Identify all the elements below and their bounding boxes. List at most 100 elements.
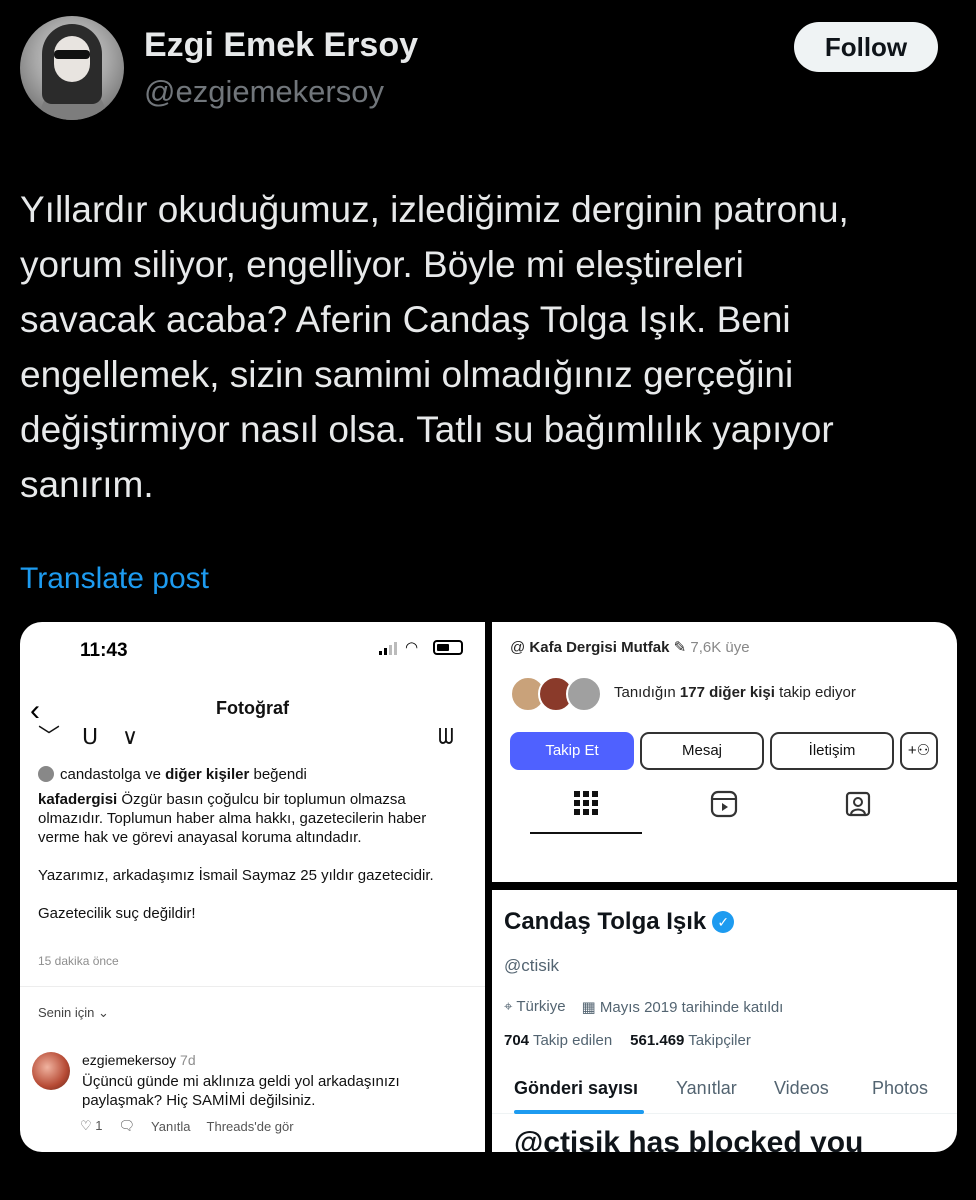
- add-person-icon[interactable]: +⚇: [900, 732, 938, 770]
- comment-icon[interactable]: ᑌ: [82, 726, 98, 748]
- following-link[interactable]: 704 Takip edilen: [504, 1032, 612, 1049]
- profile-name: Candaş Tolga Işık ✓: [504, 908, 735, 936]
- tweet-media-grid[interactable]: 11:43 ◠ ‹ Fotoğraf ﹀ ᑌ ∨ ᗯ candastolga v…: [20, 622, 957, 1152]
- location: ⌖ Türkiye: [504, 998, 566, 1016]
- profile-tabs: [492, 790, 957, 834]
- profile-tab-bar: Gönderi sayısı Yanıtlar Videos Photos: [492, 1070, 957, 1114]
- heart-icon[interactable]: ﹀: [38, 726, 60, 748]
- author-avatar[interactable]: [20, 16, 124, 120]
- threads-icon: @: [510, 639, 526, 656]
- join-date: ▦ Mayıs 2019 tarihinde katıldı: [582, 998, 784, 1016]
- tweet-text: Yıllardır okuduğumuz, izlediğimiz dergin…: [20, 182, 940, 512]
- battery-icon: [433, 640, 463, 655]
- reels-icon[interactable]: [704, 790, 744, 826]
- location-text: Türkiye: [516, 998, 566, 1015]
- pencil-icon: ✎: [673, 639, 687, 656]
- post-timestamp: 15 dakika önce: [38, 954, 119, 968]
- comment-sort-dropdown[interactable]: Senin için ⌄: [38, 1005, 109, 1021]
- speech-bubble-icon[interactable]: 🗨︎: [119, 1118, 136, 1134]
- follow-profile-button[interactable]: Takip Et: [510, 732, 634, 770]
- community-header: @ Kafa Dergisi Mutfak ✎ 7,6K üye: [510, 638, 750, 656]
- avatar-face-shape: [54, 36, 90, 82]
- liked-user[interactable]: candastolga: [60, 766, 141, 783]
- verified-badge-icon: ✓: [712, 911, 735, 933]
- liked-suffix: beğendi: [249, 766, 307, 783]
- liked-connector: ve: [140, 766, 166, 783]
- tab-photos[interactable]: Photos: [872, 1078, 928, 1099]
- following-count: 704: [504, 1032, 530, 1049]
- known-count: 177 diğer kişi: [679, 684, 775, 701]
- following-label: Takip edilen: [532, 1032, 613, 1049]
- threads-link[interactable]: Threads'de gör: [207, 1119, 294, 1134]
- status-time: 11:43: [80, 640, 128, 661]
- post-actions-row: ﹀ ᑌ ∨ ᗯ: [36, 726, 466, 750]
- active-tab-indicator: [530, 832, 642, 834]
- liked-by-line: candastolga ve diğer kişiler beğendi: [38, 766, 307, 783]
- media-image-instagram-post[interactable]: 11:43 ◠ ‹ Fotoğraf ﹀ ᑌ ∨ ᗯ candastolga v…: [20, 622, 485, 1152]
- grid-icon[interactable]: [566, 790, 606, 826]
- tagged-icon[interactable]: [838, 790, 878, 826]
- followers-count: 561.469: [630, 1032, 685, 1049]
- profile-display-name: Candaş Tolga Işık: [504, 908, 707, 935]
- follow-button[interactable]: Follow: [794, 22, 938, 72]
- comment-age: 7d: [180, 1052, 196, 1068]
- heart-outline-icon: ♡: [80, 1118, 92, 1133]
- follow-stats: 704 Takip edilen 561.469 Takipçiler: [504, 1032, 751, 1049]
- comment-actions: ♡ 1 🗨︎ Yanıtla Threads'de gör: [80, 1118, 294, 1134]
- tab-replies[interactable]: Yanıtlar: [676, 1078, 737, 1099]
- known-suffix: takip ediyor: [774, 684, 856, 701]
- message-button[interactable]: Mesaj: [640, 732, 764, 770]
- contact-button[interactable]: İletişim: [770, 732, 894, 770]
- sort-label: Senin için: [38, 1005, 95, 1020]
- join-date-text: Mayıs 2019 tarihinde katıldı: [599, 999, 784, 1016]
- liked-others[interactable]: diğer kişiler: [165, 766, 249, 783]
- tweet-text-line: savacak acaba? Aferin Candaş Tolga Işık.…: [20, 299, 791, 340]
- followers-label: Takipçiler: [688, 1032, 751, 1049]
- tweet-text-line: değiştirmiyor nasıl olsa. Tatlı su bağım…: [20, 409, 834, 450]
- commenter-avatar[interactable]: [32, 1052, 70, 1090]
- bookmark-icon[interactable]: ᗯ: [438, 726, 454, 748]
- followers-link[interactable]: 561.469 Takipçiler: [630, 1032, 751, 1049]
- media-image-kafa-profile[interactable]: @ Kafa Dergisi Mutfak ✎ 7,6K üye Tanıdığ…: [492, 622, 957, 882]
- active-tab-indicator: [514, 1110, 644, 1114]
- caption-paragraph: Gazetecilik suç değildir!: [38, 905, 196, 922]
- post-caption: kafadergisi Özgür basın çoğulcu bir topl…: [38, 790, 468, 942]
- liker-avatar: [38, 766, 54, 782]
- share-icon[interactable]: ∨: [122, 726, 138, 748]
- comment-like[interactable]: ♡ 1: [80, 1118, 103, 1134]
- comment-username[interactable]: ezgiemekersoy: [82, 1052, 176, 1068]
- tweet-text-line: engellemek, sizin samimi olmadığınız ger…: [20, 354, 794, 395]
- tweet-text-line: Yıllardır okuduğumuz, izlediğimiz dergin…: [20, 189, 849, 230]
- member-count: 7,6K üye: [690, 639, 750, 656]
- divider: [20, 986, 485, 987]
- page-title: Fotoğraf: [216, 698, 289, 718]
- blocked-notice: @ctisik has blocked you: [514, 1126, 864, 1152]
- chevron-down-icon: ⌄: [98, 1005, 109, 1020]
- wifi-icon: ◠: [405, 638, 419, 656]
- calendar-icon: ▦: [581, 999, 596, 1016]
- signal-icon: [379, 641, 397, 655]
- community-name[interactable]: Kafa Dergisi Mutfak: [529, 639, 669, 656]
- comment-header: ezgiemekersoy 7d: [82, 1052, 196, 1068]
- author-name[interactable]: Ezgi Emek Ersoy: [144, 26, 418, 65]
- comment-like-count: 1: [95, 1118, 103, 1133]
- media-image-x-profile[interactable]: Candaş Tolga Işık ✓ @ctisik ⌖ Türkiye ▦ …: [492, 890, 957, 1152]
- profile-meta: ⌖ Türkiye ▦ Mayıs 2019 tarihinde katıldı: [504, 998, 783, 1016]
- translate-post-link[interactable]: Translate post: [20, 562, 209, 596]
- tab-videos[interactable]: Videos: [774, 1078, 829, 1099]
- profile-handle: @ctisik: [504, 956, 560, 975]
- tab-posts[interactable]: Gönderi sayısı: [514, 1078, 638, 1099]
- author-handle[interactable]: @ezgiemekersoy: [144, 74, 384, 110]
- mutual-followers-text[interactable]: Tanıdığın 177 diğer kişi takip ediyor: [614, 684, 856, 701]
- avatar: [566, 676, 602, 712]
- reply-link[interactable]: Yanıtla: [151, 1119, 191, 1134]
- status-icons: ◠: [379, 640, 463, 655]
- location-pin-icon: ⌖: [504, 998, 513, 1015]
- avatar-sunglasses-shape: [54, 50, 90, 59]
- mutual-followers-avatars[interactable]: [510, 676, 602, 712]
- caption-username[interactable]: kafadergisi: [38, 791, 117, 808]
- tweet-text-line: yorum siliyor, engelliyor. Böyle mi eleş…: [20, 244, 744, 285]
- known-prefix: Tanıdığın: [614, 684, 680, 701]
- tweet-text-line: sanırım.: [20, 464, 154, 505]
- caption-paragraph: Yazarımız, arkadaşımız İsmail Saymaz 25 …: [38, 867, 434, 884]
